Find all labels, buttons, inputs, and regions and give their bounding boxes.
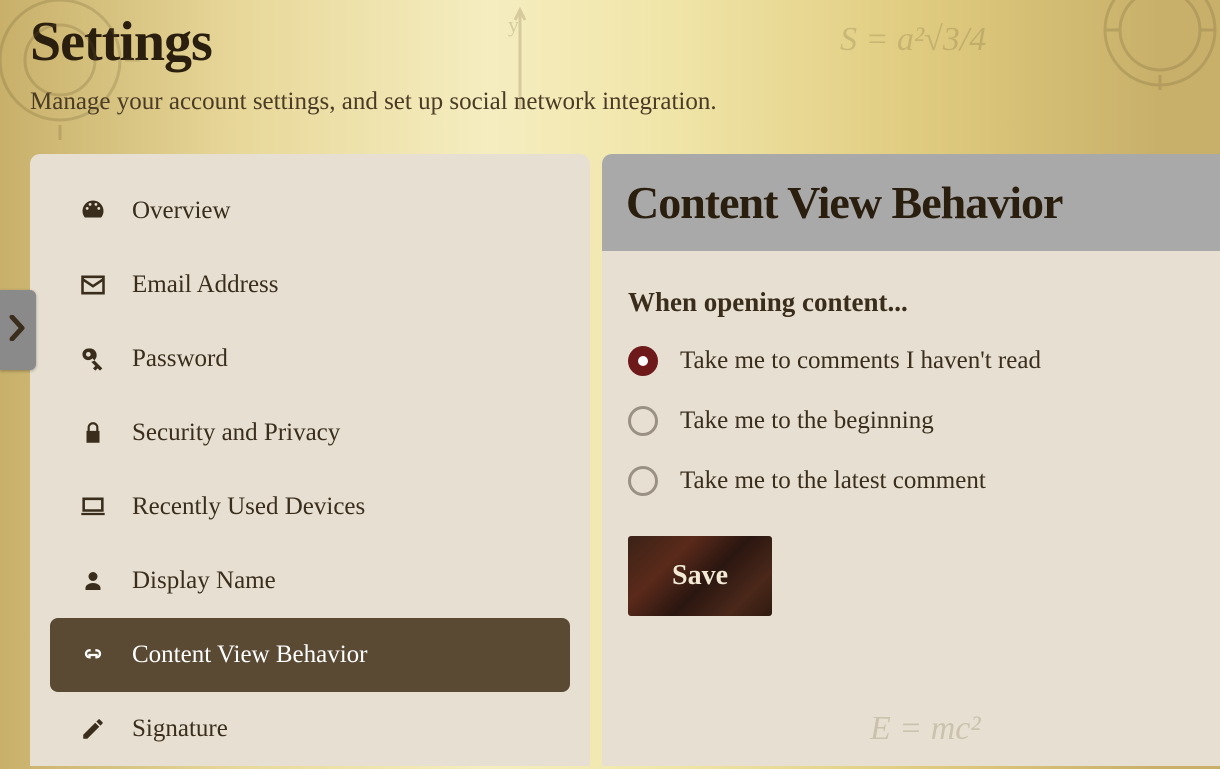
radio-option-unread[interactable]: Take me to comments I haven't read bbox=[628, 346, 1194, 376]
sidebar-item-email[interactable]: Email Address bbox=[50, 248, 570, 322]
dashboard-icon bbox=[78, 196, 108, 226]
radio-label: Take me to the latest comment bbox=[680, 467, 986, 495]
save-button[interactable]: Save bbox=[628, 536, 772, 616]
sidebar-item-label: Content View Behavior bbox=[132, 641, 368, 669]
chevron-right-icon bbox=[9, 315, 27, 346]
sidebar-item-label: Email Address bbox=[132, 271, 279, 299]
sidebar-item-display-name[interactable]: Display Name bbox=[50, 544, 570, 618]
sidebar-item-content-view[interactable]: Content View Behavior bbox=[50, 618, 570, 692]
radio-indicator bbox=[628, 346, 658, 376]
sidebar-item-label: Password bbox=[132, 345, 228, 373]
envelope-icon bbox=[78, 270, 108, 300]
sidebar-item-label: Overview bbox=[132, 197, 231, 225]
radio-option-latest[interactable]: Take me to the latest comment bbox=[628, 466, 1194, 496]
sidebar-expand-tab[interactable] bbox=[0, 290, 36, 370]
sidebar-item-overview[interactable]: Overview bbox=[50, 174, 570, 248]
sidebar-item-signature[interactable]: Signature bbox=[50, 692, 570, 766]
main-panel-title: Content View Behavior bbox=[626, 176, 1196, 229]
sidebar-item-label: Signature bbox=[132, 715, 228, 743]
page-title: Settings bbox=[30, 10, 1190, 74]
settings-sidebar: Overview Email Address Password Security… bbox=[30, 154, 590, 766]
radio-option-beginning[interactable]: Take me to the beginning bbox=[628, 406, 1194, 436]
sidebar-item-security[interactable]: Security and Privacy bbox=[50, 396, 570, 470]
key-icon bbox=[78, 344, 108, 374]
pencil-icon bbox=[78, 714, 108, 744]
laptop-icon bbox=[78, 492, 108, 522]
radio-indicator bbox=[628, 466, 658, 496]
sidebar-item-label: Security and Privacy bbox=[132, 419, 340, 447]
radio-label: Take me to the beginning bbox=[680, 407, 934, 435]
radio-label: Take me to comments I haven't read bbox=[680, 347, 1041, 375]
main-panel-header: Content View Behavior bbox=[602, 154, 1220, 251]
sidebar-item-label: Display Name bbox=[132, 567, 276, 595]
sidebar-item-devices[interactable]: Recently Used Devices bbox=[50, 470, 570, 544]
page-header: Settings Manage your account settings, a… bbox=[0, 0, 1220, 136]
main-panel: Content View Behavior When opening conte… bbox=[602, 154, 1220, 766]
page-subtitle: Manage your account settings, and set up… bbox=[30, 88, 1190, 116]
sidebar-item-label: Recently Used Devices bbox=[132, 493, 365, 521]
user-icon bbox=[78, 566, 108, 596]
lock-icon bbox=[78, 418, 108, 448]
radio-indicator bbox=[628, 406, 658, 436]
section-label: When opening content... bbox=[628, 287, 1194, 318]
link-icon bbox=[78, 640, 108, 670]
sidebar-item-password[interactable]: Password bbox=[50, 322, 570, 396]
